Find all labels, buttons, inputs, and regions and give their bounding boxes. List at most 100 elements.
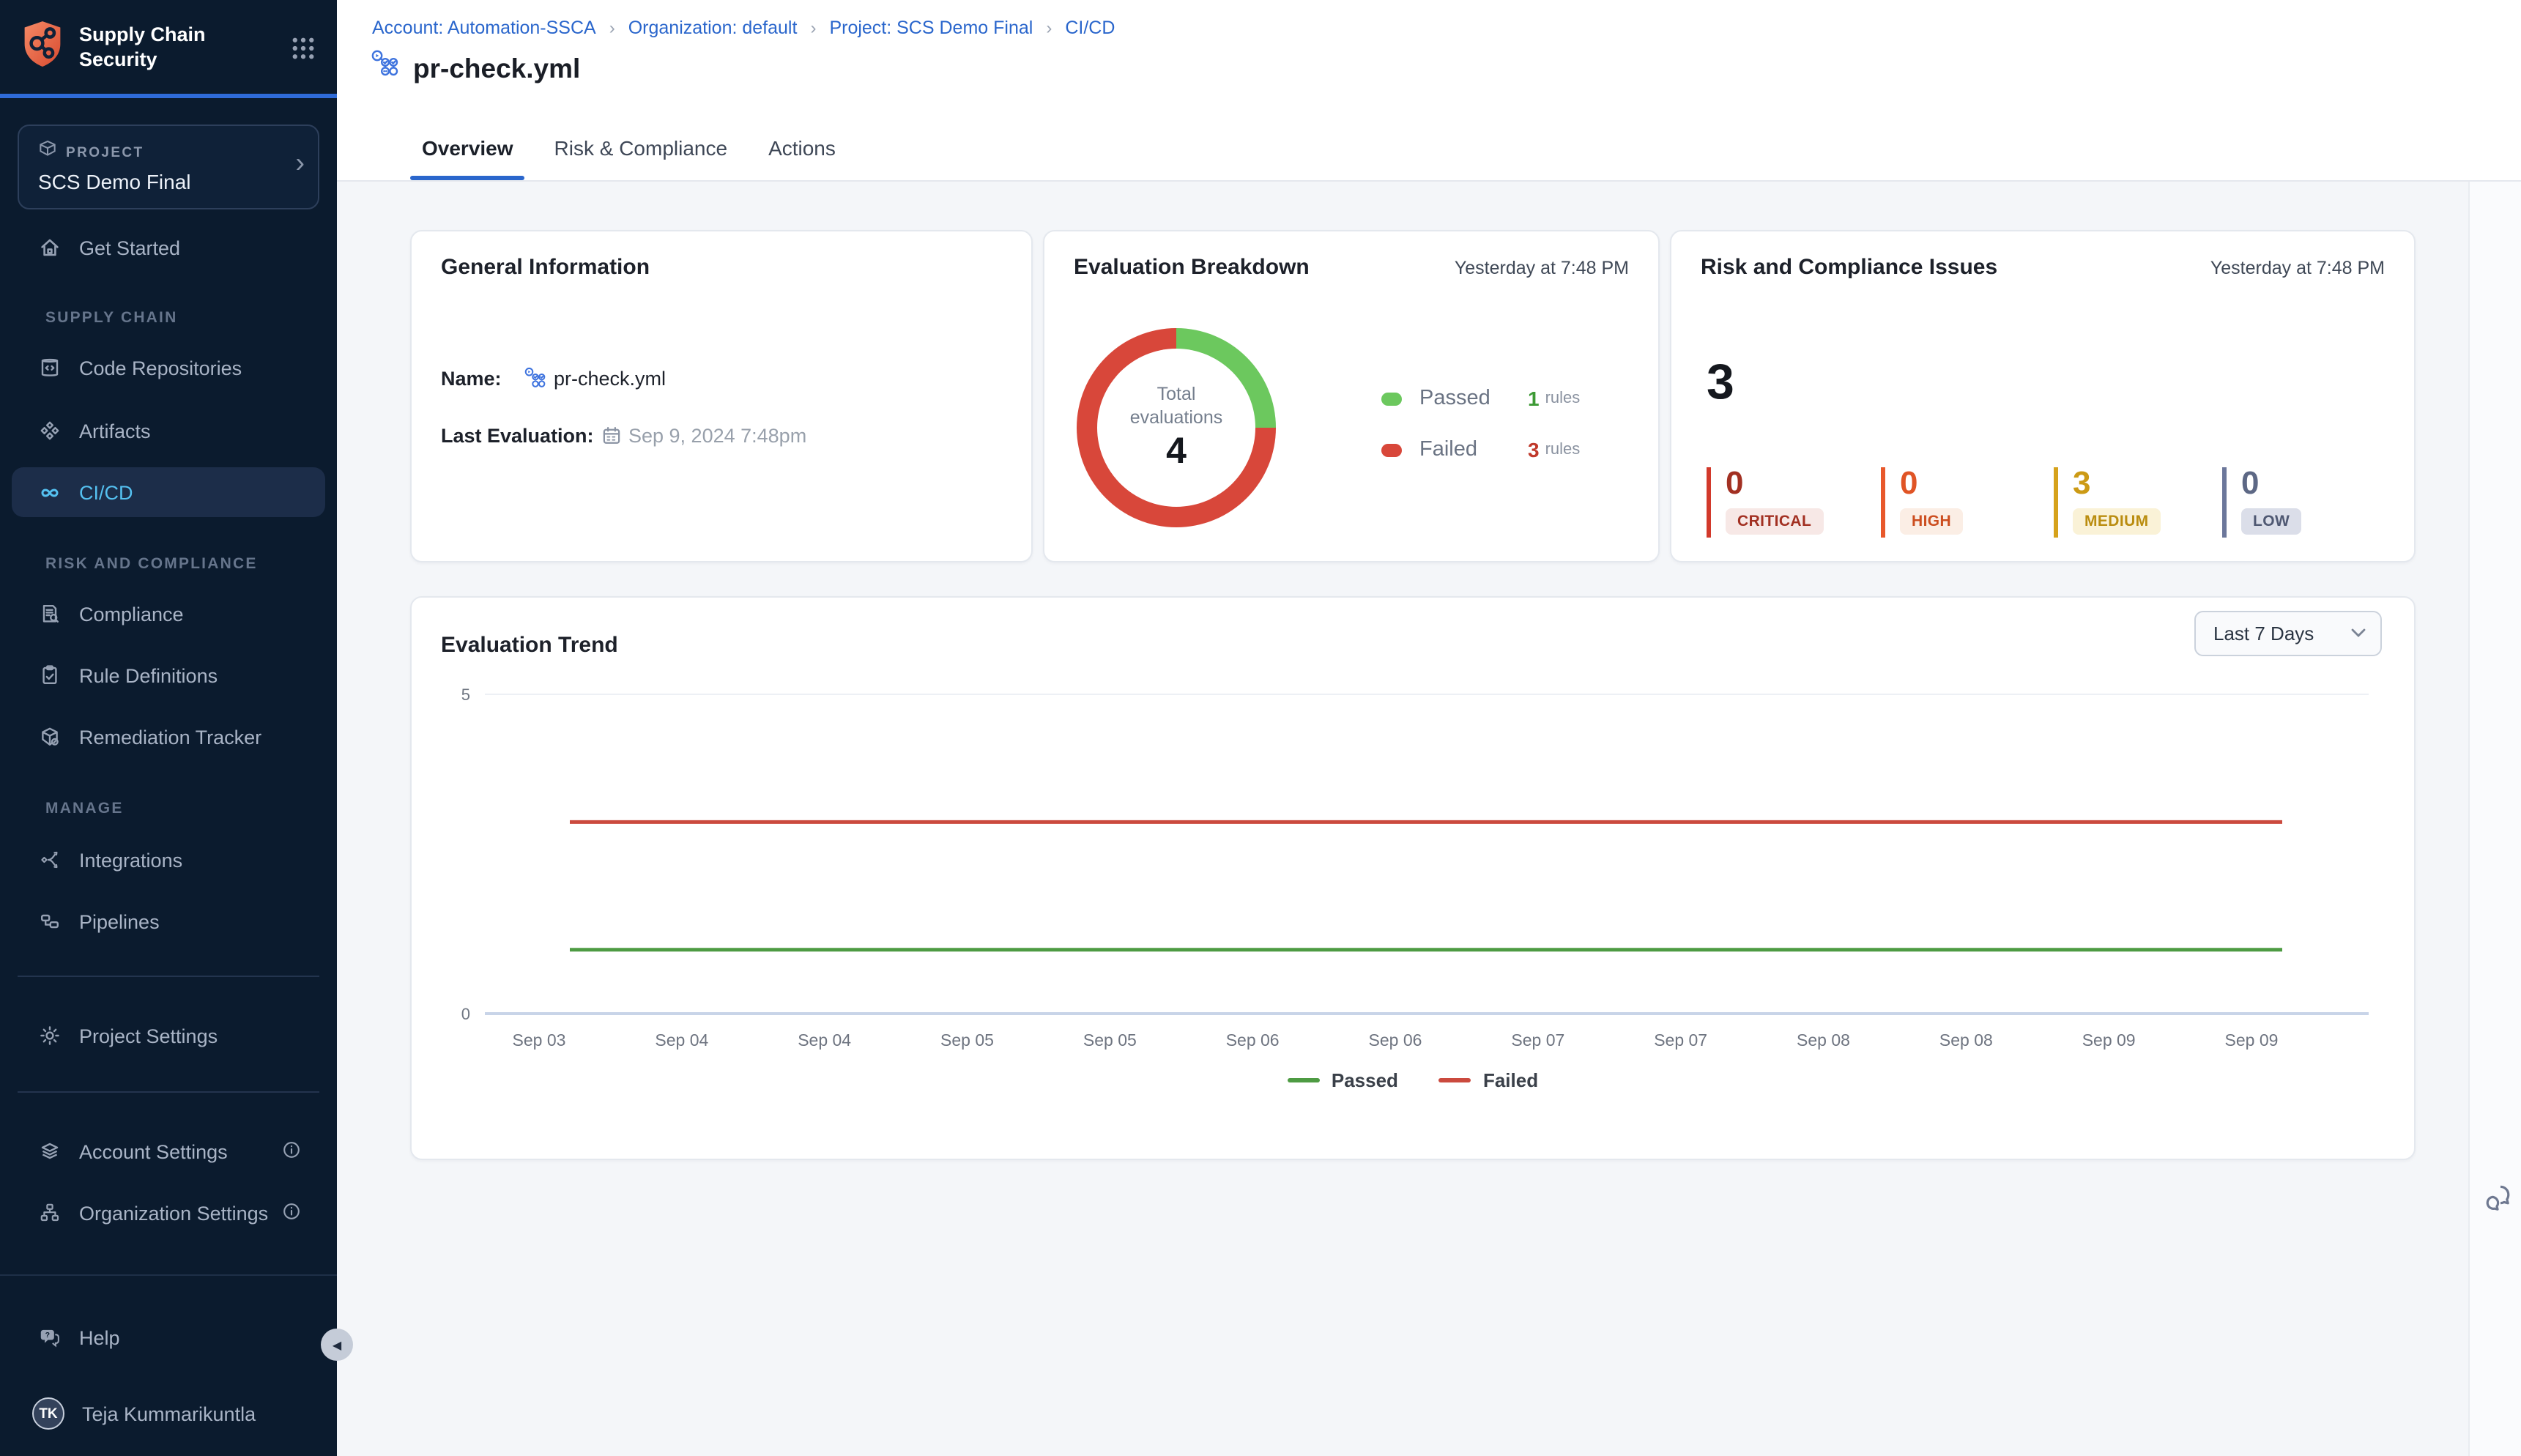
legend-count: 1 xyxy=(1528,387,1540,410)
breadcrumb-link[interactable]: Account: Automation-SSCA xyxy=(372,18,596,38)
cicd-infinity-icon xyxy=(38,480,62,504)
section-header-manage: MANAGE xyxy=(45,800,124,817)
x-tick-label: Sep 07 xyxy=(1654,1030,1707,1050)
sidebar-item-label: Pipelines xyxy=(79,910,160,932)
legend-pill-icon xyxy=(1381,443,1402,456)
sidebar-item-organization-settings[interactable]: Organization Settings xyxy=(12,1188,325,1238)
chat-bubbles-icon[interactable] xyxy=(2480,1181,2515,1216)
supply-chain-security-logo xyxy=(21,19,64,76)
breadcrumb-link[interactable]: CI/CD xyxy=(1065,18,1115,38)
info-icon[interactable] xyxy=(281,1200,302,1225)
sidebar-item-pipelines[interactable]: Pipelines xyxy=(12,896,325,946)
x-tick-label: Sep 06 xyxy=(1369,1030,1422,1050)
sidebar-item-label: Rule Definitions xyxy=(79,664,218,686)
sidebar-item-label: Help xyxy=(79,1326,120,1348)
sidebar-item-artifacts[interactable]: Artifacts xyxy=(12,406,325,456)
x-tick-label: Sep 08 xyxy=(1939,1030,1993,1050)
sidebar-item-help[interactable]: ? Help xyxy=(12,1312,325,1362)
calendar-icon xyxy=(601,425,623,447)
card-title: Risk and Compliance Issues xyxy=(1701,255,1997,280)
breakdown-legend-row: Failed3rules xyxy=(1381,435,1580,464)
sidebar-item-label: Account Settings xyxy=(79,1140,228,1162)
pipeline-file-icon xyxy=(523,366,548,391)
breadcrumb-link[interactable]: Project: SCS Demo Final xyxy=(829,18,1033,38)
severity-badge: CRITICAL xyxy=(1726,508,1823,535)
legend-label: Failed xyxy=(1483,1069,1538,1091)
code-repositories-icon xyxy=(38,356,62,379)
sidebar-item-get-started[interactable]: Get Started xyxy=(12,223,325,272)
last-evaluation-label: Last Evaluation: xyxy=(441,425,601,447)
sidebar-item-compliance[interactable]: Compliance xyxy=(12,589,325,639)
right-edge-panel xyxy=(2468,182,2521,1456)
name-value: pr-check.yml xyxy=(554,368,666,390)
page-title: pr-check.yml xyxy=(413,52,580,84)
info-icon[interactable] xyxy=(281,1139,302,1164)
sidebar-item-label: Artifacts xyxy=(79,420,151,442)
sidebar-item-code-repositories[interactable]: Code Repositories xyxy=(12,343,325,393)
severity-count: 0 xyxy=(1726,467,1823,499)
severity-badge: LOW xyxy=(2241,508,2301,535)
sidebar-divider xyxy=(18,1091,319,1093)
risk-compliance-issues-card: Risk and Compliance Issues Yesterday at … xyxy=(1670,230,2416,562)
y-tick-label: 0 xyxy=(461,1005,470,1023)
card-title: General Information xyxy=(441,255,650,280)
sidebar-item-label: Project Settings xyxy=(79,1025,218,1047)
x-tick-label: Sep 09 xyxy=(2082,1030,2136,1050)
tab-actions[interactable]: Actions xyxy=(765,136,839,180)
sidebar-item-remediation-tracker[interactable]: Remediation Tracker xyxy=(12,712,325,762)
breadcrumb-separator: › xyxy=(609,18,615,38)
x-tick-label: Sep 04 xyxy=(798,1030,851,1050)
sidebar-item-label: Organization Settings xyxy=(79,1202,268,1224)
sidebar-footer-divider xyxy=(0,1274,337,1276)
pipelines-icon xyxy=(38,910,62,933)
last-evaluation-value: Sep 9, 2024 7:48pm xyxy=(628,425,806,447)
sidebar-item-integrations[interactable]: Integrations xyxy=(12,835,325,885)
gear-icon xyxy=(38,1024,62,1047)
compliance-icon xyxy=(38,602,62,625)
chevron-right-icon: › xyxy=(295,148,305,180)
tab-overview[interactable]: Overview xyxy=(419,136,516,180)
card-title: Evaluation Breakdown xyxy=(1074,255,1310,280)
severity-item-critical: 0 CRITICAL xyxy=(1707,467,1823,538)
avatar: TK xyxy=(32,1397,64,1430)
legend-unit: rules xyxy=(1545,441,1581,458)
sidebar-collapse-handle[interactable]: ◀ xyxy=(321,1329,353,1361)
severity-badge: MEDIUM xyxy=(2073,508,2161,535)
sidebar: Supply Chain Security PROJECT SCS Demo xyxy=(0,0,337,1456)
trend-legend: PassedFailed xyxy=(412,1069,2414,1091)
sidebar-item-cicd[interactable]: CI/CD xyxy=(12,467,325,517)
sidebar-user[interactable]: TK Teja Kummarikuntla xyxy=(12,1389,325,1438)
x-tick-label: Sep 04 xyxy=(655,1030,708,1050)
organization-settings-icon xyxy=(38,1201,62,1225)
legend-unit: rules xyxy=(1545,390,1581,407)
remediation-tracker-icon xyxy=(38,725,62,749)
project-selector[interactable]: PROJECT SCS Demo Final › xyxy=(18,125,319,209)
severity-badge: HIGH xyxy=(1900,508,1963,535)
trend-legend-item: Failed xyxy=(1439,1069,1538,1091)
integrations-icon xyxy=(38,848,62,872)
breadcrumb-link[interactable]: Organization: default xyxy=(628,18,798,38)
evaluation-trend-card: Evaluation Trend Last 7 Days 05Sep 03Sep… xyxy=(410,596,2416,1160)
app-switcher-grid-icon[interactable] xyxy=(290,34,316,61)
product-title: Supply Chain Security xyxy=(79,23,275,73)
y-tick-label: 5 xyxy=(461,686,470,704)
sidebar-item-project-settings[interactable]: Project Settings xyxy=(12,1011,325,1061)
x-tick-label: Sep 06 xyxy=(1226,1030,1280,1050)
sidebar-item-label: CI/CD xyxy=(79,481,133,503)
rule-definitions-icon xyxy=(38,664,62,687)
sidebar-item-account-settings[interactable]: Account Settings xyxy=(12,1126,325,1176)
sidebar-item-label: Get Started xyxy=(79,237,180,259)
sidebar-item-rule-definitions[interactable]: Rule Definitions xyxy=(12,650,325,700)
breadcrumb: Account: Automation-SSCA › Organization: d… xyxy=(372,18,1115,38)
sidebar-item-label: Remediation Tracker xyxy=(79,726,261,748)
issues-timestamp: Yesterday at 7:48 PM xyxy=(2210,258,2385,278)
evaluations-donut-chart: Total evaluations 4 xyxy=(1077,328,1276,527)
evaluation-timestamp: Yesterday at 7:48 PM xyxy=(1455,258,1629,278)
section-header-supply-chain: SUPPLY CHAIN xyxy=(45,309,177,327)
name-label: Name: xyxy=(441,368,520,390)
breakdown-legend: Passed1rulesFailed3rules xyxy=(1381,384,1580,464)
sidebar-item-label: Compliance xyxy=(79,603,184,625)
tab-risk-compliance[interactable]: Risk & Compliance xyxy=(552,136,731,180)
legend-dash-icon xyxy=(1288,1078,1320,1083)
pipeline-file-icon xyxy=(369,48,401,88)
